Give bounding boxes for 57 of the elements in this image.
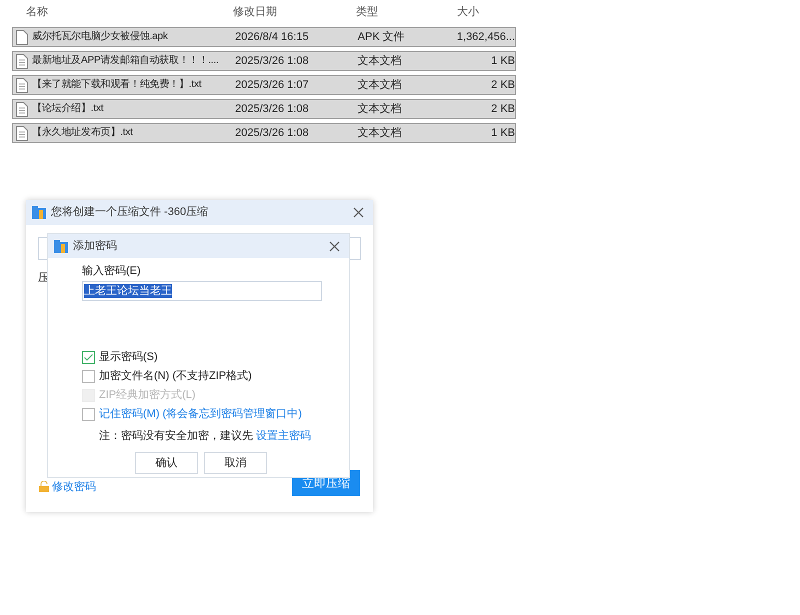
file-size: 2 KB — [490, 78, 515, 93]
file-row[interactable]: 威尔托瓦尔电脑少女被侵蚀.apk 2026/8/4 16:15 APK 文件 1,362,456... — [12, 27, 516, 47]
option-label: 显示密码(S) — [99, 350, 158, 366]
file-name: 【来了就能下载和观看！纯免费！】.txt — [32, 78, 202, 92]
checkbox[interactable] — [82, 408, 95, 421]
password-field[interactable]: 上老王论坛当老王 — [82, 280, 322, 300]
archive-icon — [32, 206, 46, 219]
file-type: APK 文件 — [358, 30, 406, 45]
column-header[interactable]: 修改日期 — [233, 4, 356, 20]
file-row[interactable]: 最新地址及APP请发邮箱自动获取！！！.... 2025/3/26 1:08 文本文档 1 KB — [12, 51, 516, 71]
file-date: 2026/8/4 16:15 — [235, 30, 310, 45]
file-size: 1 KB — [490, 126, 515, 141]
file-icon — [16, 78, 28, 92]
password-label: 输入密码(E) — [82, 264, 142, 279]
column-header[interactable]: 类型 — [356, 4, 457, 20]
check-icon — [84, 354, 93, 361]
file-icon — [16, 54, 28, 68]
checkbox[interactable] — [82, 351, 95, 364]
file-type: 文本文档 — [358, 102, 403, 117]
file-row[interactable]: 【永久地址发布页】.txt 2025/3/26 1:08 文本文档 1 KB — [12, 123, 516, 143]
file-icon — [16, 126, 28, 140]
file-type: 文本文档 — [358, 78, 403, 93]
close-icon[interactable] — [353, 207, 364, 218]
close-icon[interactable] — [329, 240, 340, 252]
dialog-title: 添加密码 — [73, 238, 117, 254]
file-name: 【永久地址发布页】.txt — [32, 126, 134, 140]
column-header[interactable]: 大小 — [457, 4, 479, 20]
file-icon — [16, 102, 28, 116]
password-value: 上老王论坛当老王 — [84, 284, 172, 298]
file-date: 2025/3/26 1:08 — [235, 126, 310, 141]
option-label: 加密文件名(N) (不支持ZIP格式) — [99, 368, 252, 384]
dialog-button[interactable]: 确认 — [135, 452, 198, 474]
file-type: 文本文档 — [358, 126, 403, 141]
file-row[interactable]: 【论坛介绍】.txt 2025/3/26 1:08 文本文档 2 KB — [12, 99, 516, 119]
column-header[interactable]: 名称 — [26, 4, 233, 20]
file-date: 2025/3/26 1:08 — [235, 54, 310, 69]
master-password-link[interactable]: 设置主密码 — [256, 428, 311, 444]
file-size: 1,362,456... — [456, 30, 515, 45]
file-date: 2025/3/26 1:07 — [235, 78, 310, 93]
file-date: 2025/3/26 1:08 — [235, 102, 310, 117]
checkbox[interactable] — [82, 370, 95, 383]
lock-icon — [39, 481, 49, 492]
dialog-button[interactable]: 取消 — [204, 452, 267, 474]
file-name: 【论坛介绍】.txt — [32, 102, 104, 116]
window-title: 您将创建一个压缩文件 -360压缩 — [51, 204, 208, 220]
modify-password-link[interactable]: 修改密码 — [52, 478, 96, 495]
note-text: 注：密码没有安全加密，建议先 — [99, 428, 253, 444]
file-type: 文本文档 — [358, 54, 403, 69]
file-name: 威尔托瓦尔电脑少女被侵蚀.apk — [32, 30, 169, 44]
archive-icon — [54, 240, 68, 252]
file-size: 1 KB — [490, 54, 515, 69]
file-name: 最新地址及APP请发邮箱自动获取！！！.... — [32, 54, 220, 68]
file-size: 2 KB — [490, 102, 515, 117]
file-icon — [16, 30, 28, 44]
option-label: ZIP经典加密方式(L) — [99, 388, 196, 404]
file-row[interactable]: 【来了就能下载和观看！纯免费！】.txt 2025/3/26 1:07 文本文档 2 KB — [12, 75, 516, 95]
option-label: 记住密码(M) (将会备忘到密码管理窗口中) — [99, 406, 302, 422]
